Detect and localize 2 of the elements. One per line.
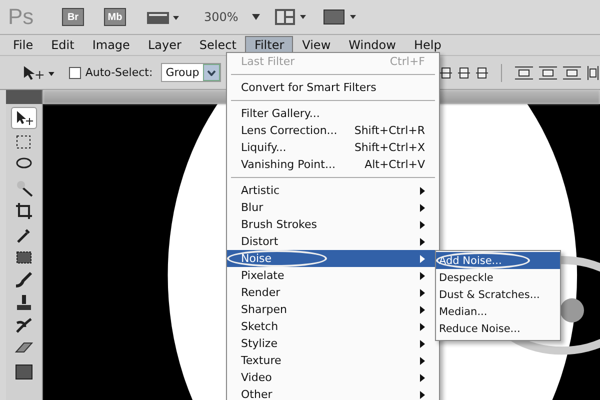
auto-select-label: Auto-Select: — [85, 66, 153, 79]
app-logo: Ps — [8, 4, 35, 30]
